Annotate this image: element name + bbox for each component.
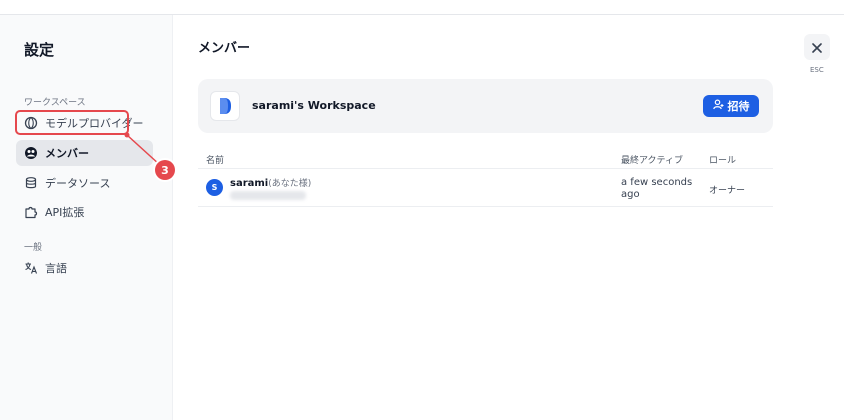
page-title: メンバー — [198, 41, 251, 56]
translate-icon — [24, 261, 38, 275]
invite-button[interactable]: 招待 — [703, 95, 759, 117]
puzzle-icon — [24, 205, 38, 219]
close-icon — [812, 38, 822, 57]
table-header-divider — [198, 168, 773, 169]
sidebar-title: 設定 — [24, 41, 55, 59]
sidebar-item-members[interactable]: メンバー — [16, 140, 153, 166]
member-you-label: (あなた様) — [268, 179, 312, 189]
sidebar-item-label: メンバー — [45, 147, 89, 160]
invite-label: 招待 — [727, 100, 750, 113]
add-user-icon — [712, 99, 724, 113]
sidebar-item-data-source[interactable]: データソース — [16, 170, 153, 196]
member-last-active: a few seconds ago — [621, 177, 693, 200]
member-role: オーナー — [709, 186, 746, 196]
close-button[interactable] — [804, 34, 830, 60]
sidebar-item-label: API拡張 — [45, 206, 85, 219]
workspace-card: sarami's Workspace 招待 — [198, 79, 773, 133]
workspace-logo-icon — [210, 91, 240, 121]
section-label-workspace: ワークスペース — [24, 98, 86, 108]
settings-sidebar: 設定 ワークスペース モデルプロバイダー メンバー データソース API拡張 一… — [0, 15, 173, 420]
esc-hint: ESC — [810, 66, 824, 74]
sidebar-item-api-extension[interactable]: API拡張 — [16, 199, 153, 225]
column-header-role: ロール — [709, 156, 737, 166]
avatar: S — [206, 179, 223, 196]
sidebar-item-label: 言語 — [45, 262, 67, 275]
member-email-blurred — [230, 191, 306, 200]
section-label-general: 一般 — [24, 243, 43, 253]
database-icon — [24, 176, 38, 190]
column-header-name: 名前 — [206, 156, 225, 166]
sidebar-item-label: データソース — [45, 177, 111, 190]
table-row-divider — [198, 206, 773, 207]
annotation-highlight-box — [15, 110, 129, 135]
column-header-last-active: 最終アクティブ — [621, 156, 684, 166]
members-icon — [24, 146, 38, 160]
sidebar-item-language[interactable]: 言語 — [16, 255, 153, 281]
annotation-step-badge: 3 — [155, 160, 175, 180]
workspace-name: sarami's Workspace — [252, 99, 376, 112]
member-name: sarami(あなた様) — [230, 178, 312, 189]
